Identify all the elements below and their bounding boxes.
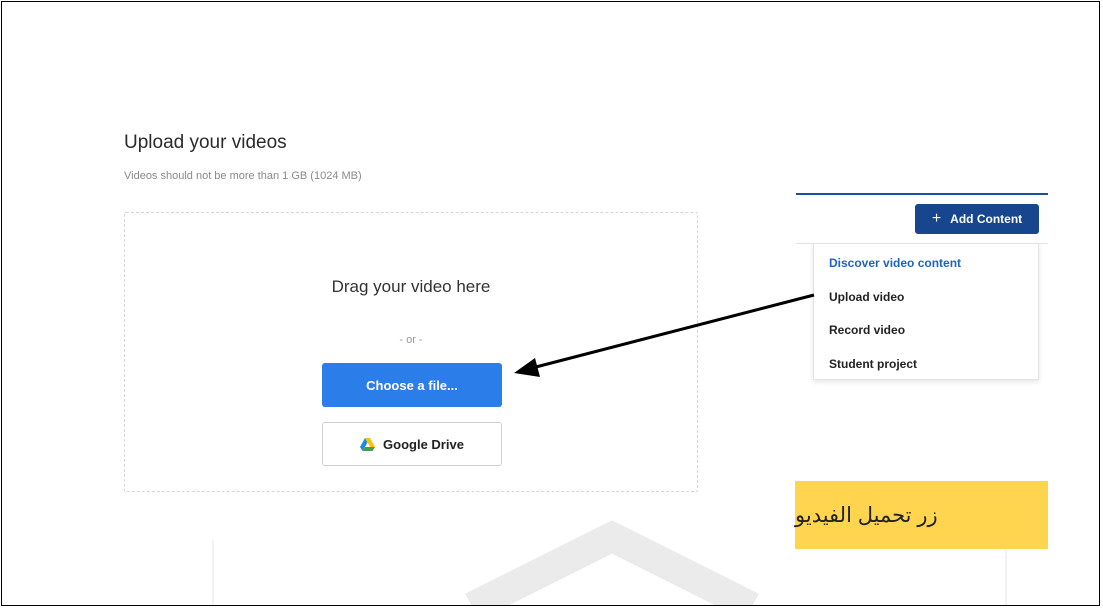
- screenshot-frame: Upload your videos Videos should not be …: [1, 1, 1100, 606]
- annotation-label: زر تحميل الفيديو: [795, 481, 1048, 549]
